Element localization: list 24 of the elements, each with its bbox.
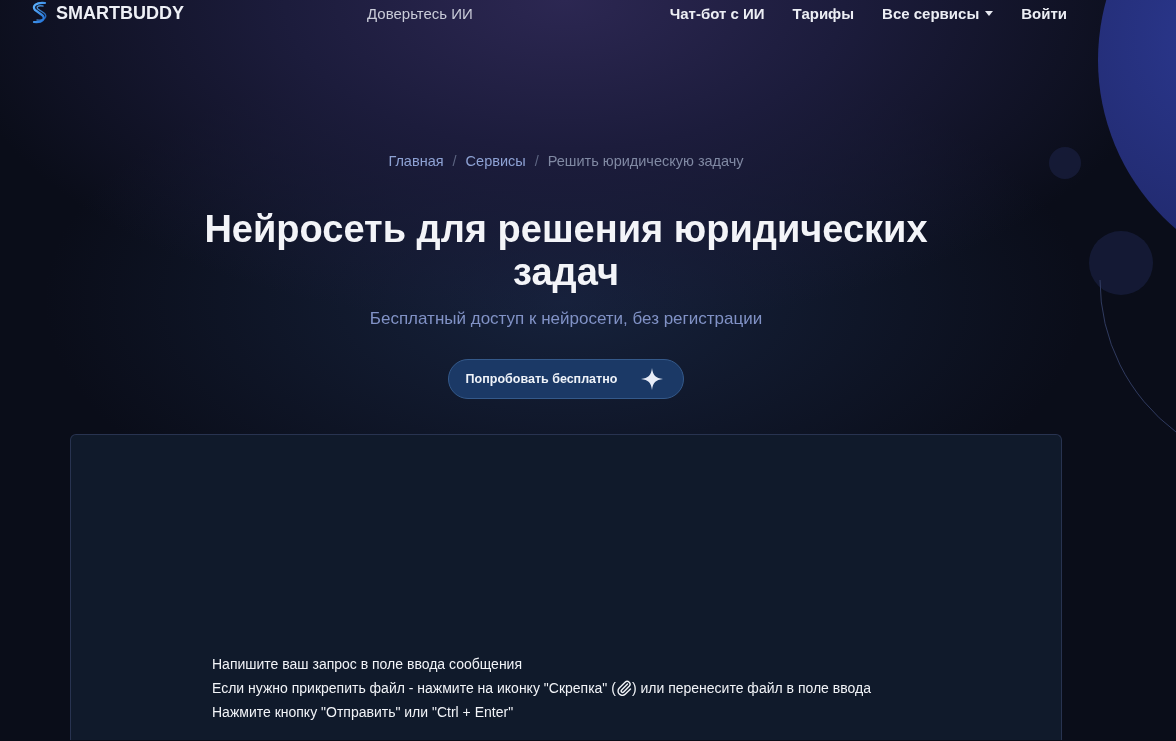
breadcrumb-link[interactable]: Главная	[388, 151, 444, 171]
breadcrumb-link[interactable]: Сервисы	[465, 151, 526, 171]
instruction-text: Напишите ваш запрос в поле ввода сообщения	[212, 655, 524, 674]
logo-icon	[30, 1, 48, 25]
subtitle-text: Бесплатный доступ к нейросети, без регистрации	[369, 308, 763, 330]
instruction-text: Нажмите кнопку "Отправить" или "Ctrl + Enter"	[212, 703, 515, 722]
caret-icon	[985, 10, 994, 16]
instruction-text: ) или перенесите файл в поле ввода	[631, 679, 871, 698]
breadcrumb-current: Решить юридическую задачу	[547, 152, 744, 171]
nav-link[interactable]: Тарифы	[792, 4, 855, 22]
nav-link[interactable]: Войти	[1021, 4, 1067, 22]
try-free-button[interactable]: Попробовать бесплатно	[447, 359, 685, 399]
nav-link[interactable]: Чат-бот с ИИ	[669, 4, 765, 22]
bubble-shape	[1049, 147, 1081, 179]
logo-link[interactable]: SMARTBUDDY	[30, 1, 184, 25]
tagline-text: Доверьтесь ИИ	[367, 4, 473, 22]
page-title: Нейросеть для решения юридических задач	[203, 208, 929, 294]
paperclip-icon	[615, 680, 632, 696]
sparkle-icon	[641, 368, 664, 390]
bubble-shape	[1089, 231, 1153, 295]
services-dropdown-button[interactable]: Все сервисы	[882, 4, 994, 22]
instruction-text: Если нужно прикрепить файл - нажмите на иконку "Скрепка" (	[212, 679, 616, 698]
breadcrumb-separator: /	[534, 152, 539, 171]
breadcrumb-separator: /	[452, 152, 457, 171]
